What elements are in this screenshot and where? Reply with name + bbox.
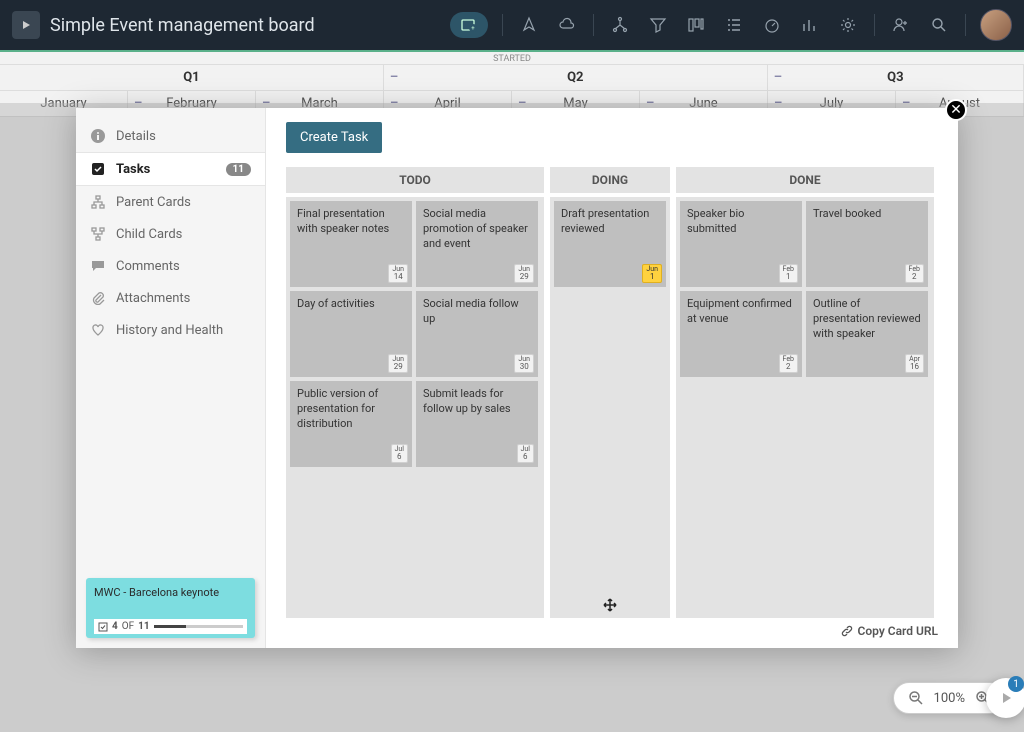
comment-icon: [90, 258, 106, 274]
date-chip: Jul6: [391, 444, 408, 463]
date-chip: Jun29: [514, 264, 534, 283]
date-chip: Jun30: [514, 354, 534, 373]
list-icon[interactable]: [722, 13, 746, 37]
card-detail-modal: ✕ Details Tasks 11 Parent Cards Child Ca…: [76, 108, 958, 648]
column-todo: TODO Final presentation with speaker not…: [286, 167, 544, 618]
date-chip: Jun1: [642, 264, 662, 283]
sidebar-label: Tasks: [116, 162, 150, 177]
column-doing: DOING Draft presentation reviewedJun1: [550, 167, 670, 618]
date-chip: Jun14: [388, 264, 408, 283]
gear-icon[interactable]: [836, 13, 860, 37]
quarter-cell[interactable]: Q1: [0, 65, 384, 90]
card-stack-icon[interactable]: +: [450, 12, 488, 38]
clip-icon: [90, 290, 106, 306]
task-card[interactable]: Social media promotion of speaker and ev…: [416, 201, 538, 287]
svg-text:+: +: [471, 25, 475, 32]
create-task-button[interactable]: Create Task: [286, 122, 382, 153]
tasks-count-badge: 11: [226, 163, 251, 176]
sidebar-label: Comments: [116, 259, 180, 274]
compass-icon[interactable]: [517, 13, 541, 37]
date-chip: Jul6: [517, 444, 534, 463]
add-user-icon[interactable]: [889, 13, 913, 37]
info-icon: [90, 128, 106, 144]
dashboard-icon[interactable]: [760, 13, 784, 37]
modal-sidebar: Details Tasks 11 Parent Cards Child Card…: [76, 108, 266, 648]
sidebar-label: Parent Cards: [116, 195, 191, 210]
sidebar-item-child-cards[interactable]: Child Cards: [76, 218, 265, 250]
zoom-level: 100%: [934, 691, 965, 706]
task-card[interactable]: Day of activitiesJun29: [290, 291, 412, 377]
mini-card-progress: 4 OF 11: [94, 619, 247, 634]
board-title: Simple Event management board: [50, 15, 315, 36]
notification-badge: 1: [1008, 676, 1024, 692]
kanban-board: TODO Final presentation with speaker not…: [286, 167, 938, 618]
mini-card-title: MWC - Barcelona keynote: [94, 586, 247, 599]
heart-icon: [90, 322, 106, 338]
top-bar: Simple Event management board +: [0, 0, 1024, 50]
column-header: DOING: [550, 167, 670, 193]
quarter-cell[interactable]: –Q2: [384, 65, 768, 90]
column-header: TODO: [286, 167, 544, 193]
task-card[interactable]: Draft presentation reviewedJun1: [554, 201, 666, 287]
sidebar-item-comments[interactable]: Comments: [76, 250, 265, 282]
sidebar-item-history[interactable]: History and Health: [76, 314, 265, 346]
user-avatar[interactable]: [980, 9, 1012, 41]
sidebar-item-tasks[interactable]: Tasks 11: [76, 152, 265, 186]
sidebar-label: Attachments: [116, 291, 190, 306]
close-button[interactable]: ✕: [945, 99, 967, 121]
help-fab[interactable]: 1: [986, 678, 1024, 718]
sidebar-item-parent-cards[interactable]: Parent Cards: [76, 186, 265, 218]
sidebar-item-details[interactable]: Details: [76, 120, 265, 152]
toolbar: +: [450, 9, 1012, 41]
child-icon: [90, 226, 106, 242]
date-chip: Feb2: [905, 264, 924, 283]
column-done: DONE Speaker bio submittedFeb1 Travel bo…: [676, 167, 934, 618]
copy-card-url[interactable]: Copy Card URL: [841, 624, 939, 638]
task-card[interactable]: Submit leads for follow up by salesJul6: [416, 381, 538, 467]
zoom-out-button[interactable]: [906, 688, 926, 708]
branch-icon[interactable]: [608, 13, 632, 37]
logo-icon[interactable]: [12, 11, 40, 39]
filter-icon[interactable]: [646, 13, 670, 37]
quarter-cell[interactable]: –Q3: [768, 65, 1024, 90]
cloud-icon[interactable]: [555, 13, 579, 37]
quarters-row: Q1 –Q2 –Q3: [0, 64, 1024, 90]
task-card[interactable]: Public version of presentation for distr…: [290, 381, 412, 467]
date-chip: Feb2: [779, 354, 798, 373]
modal-main: Create Task TODO Final presentation with…: [266, 108, 958, 648]
task-card[interactable]: Outline of presentation reviewed with sp…: [806, 291, 928, 377]
task-card[interactable]: Final presentation with speaker notesJun…: [290, 201, 412, 287]
sidebar-label: Child Cards: [116, 227, 182, 242]
date-chip: Feb1: [779, 264, 798, 283]
column-body[interactable]: Final presentation with speaker notesJun…: [286, 197, 544, 618]
task-card[interactable]: Speaker bio submittedFeb1: [680, 201, 802, 287]
move-handle-icon[interactable]: [603, 598, 617, 612]
column-body[interactable]: Draft presentation reviewedJun1: [550, 197, 670, 618]
board-icon[interactable]: [684, 13, 708, 37]
timeline-started-label: STARTED: [0, 50, 1024, 64]
check-icon: [90, 161, 106, 177]
column-header: DONE: [676, 167, 934, 193]
task-card[interactable]: Equipment confirmed at venueFeb2: [680, 291, 802, 377]
mini-card-preview[interactable]: MWC - Barcelona keynote 4 OF 11: [86, 578, 255, 638]
sidebar-label: History and Health: [116, 323, 223, 338]
parent-icon: [90, 194, 106, 210]
sidebar-item-attachments[interactable]: Attachments: [76, 282, 265, 314]
chart-icon[interactable]: [798, 13, 822, 37]
sidebar-label: Details: [116, 129, 156, 144]
column-body[interactable]: Speaker bio submittedFeb1 Travel bookedF…: [676, 197, 934, 618]
modal-footer: Copy Card URL: [286, 618, 938, 638]
date-chip: Apr16: [905, 354, 924, 373]
date-chip: Jun29: [388, 354, 408, 373]
search-icon[interactable]: [927, 13, 951, 37]
task-card[interactable]: Social media follow upJun30: [416, 291, 538, 377]
task-card[interactable]: Travel bookedFeb2: [806, 201, 928, 287]
